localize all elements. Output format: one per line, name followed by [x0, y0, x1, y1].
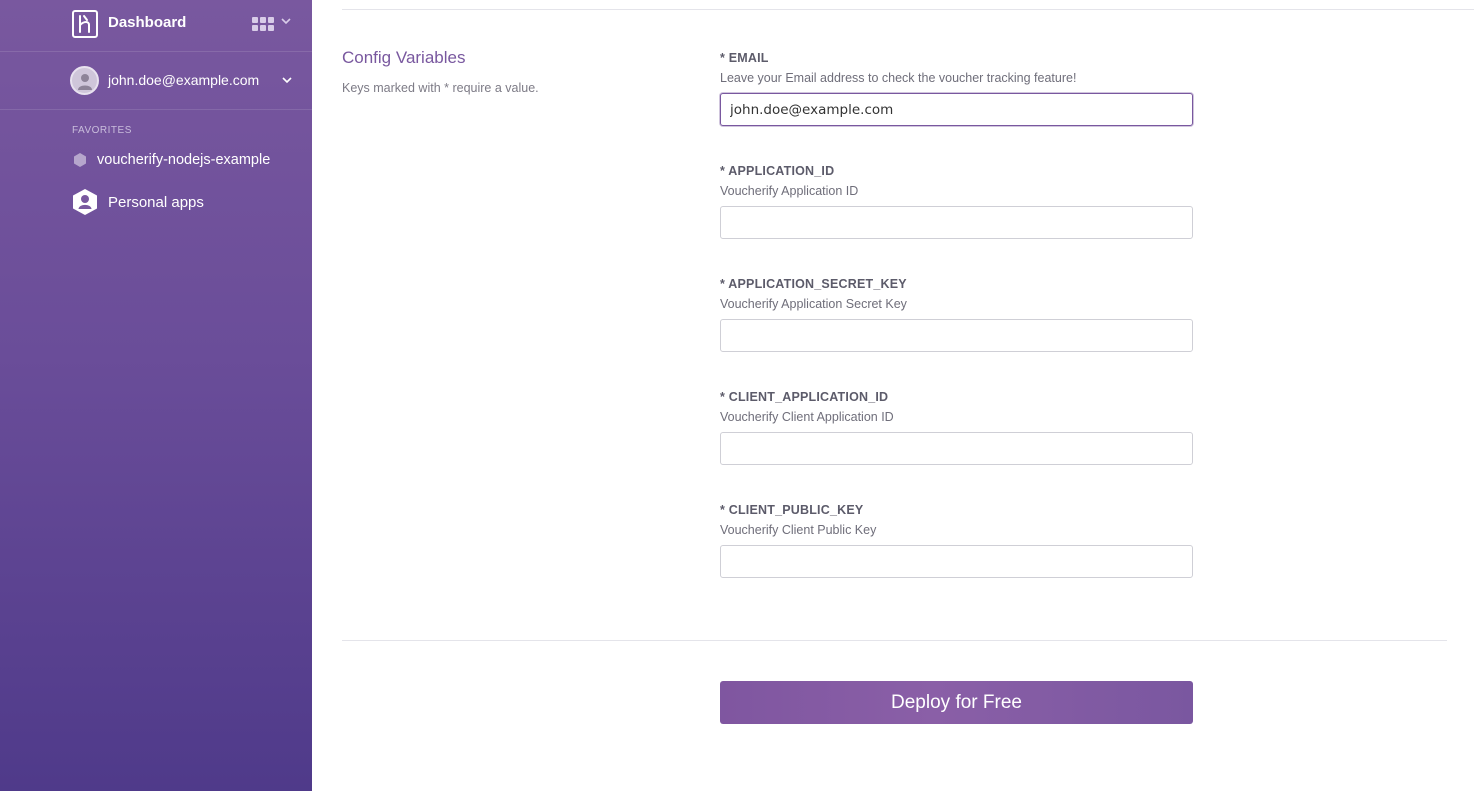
favorite-app-label: voucherify-nodejs-example — [97, 152, 271, 168]
sidebar-header: Dashboard — [0, 0, 312, 52]
hexagon-app-icon — [74, 153, 86, 167]
section-title: Config Variables — [342, 48, 466, 67]
avatar — [70, 66, 99, 95]
config-field-application-id: * APPLICATION_ID Voucherify Application … — [720, 164, 1193, 239]
apps-grid-icon[interactable] — [252, 17, 276, 31]
email-input[interactable] — [720, 93, 1193, 126]
client-public-key-input[interactable] — [720, 545, 1193, 578]
config-field-application-secret-key: * APPLICATION_SECRET_KEY Voucherify Appl… — [720, 277, 1193, 352]
favorites-heading: FAVORITES — [72, 125, 132, 136]
divider — [342, 9, 1474, 10]
divider — [342, 640, 1447, 641]
deploy-button[interactable]: Deploy for Free — [720, 681, 1193, 724]
field-label: * CLIENT_PUBLIC_KEY — [720, 503, 864, 517]
application-id-input[interactable] — [720, 206, 1193, 239]
field-description: Voucherify Client Public Key — [720, 523, 877, 537]
personal-apps-label: Personal apps — [108, 193, 204, 211]
section-help-text: Keys marked with * require a value. — [342, 81, 539, 95]
personal-apps-link[interactable]: Personal apps — [71, 188, 301, 216]
client-application-id-input[interactable] — [720, 432, 1193, 465]
application-secret-key-input[interactable] — [720, 319, 1193, 352]
field-description: Leave your Email address to check the vo… — [720, 71, 1077, 85]
dashboard-title[interactable]: Dashboard — [108, 14, 186, 31]
config-field-email: * EMAIL Leave your Email address to chec… — [720, 51, 1193, 126]
config-field-client-public-key: * CLIENT_PUBLIC_KEY Voucherify Client Pu… — [720, 503, 1193, 578]
field-label: * CLIENT_APPLICATION_ID — [720, 390, 889, 404]
field-description: Voucherify Application ID — [720, 184, 859, 198]
sidebar: Dashboard john.doe@example.com FAVORITES… — [0, 0, 312, 791]
field-label: * EMAIL — [720, 51, 769, 65]
config-field-client-application-id: * CLIENT_APPLICATION_ID Voucherify Clien… — [720, 390, 1193, 465]
person-hexagon-icon — [73, 189, 97, 215]
chevron-down-icon[interactable] — [282, 75, 292, 85]
chevron-down-icon[interactable] — [281, 16, 291, 26]
field-description: Voucherify Application Secret Key — [720, 297, 907, 311]
heroku-logo-icon[interactable] — [72, 10, 98, 38]
field-label: * APPLICATION_ID — [720, 164, 835, 178]
field-description: Voucherify Client Application ID — [720, 410, 894, 424]
account-email: john.doe@example.com — [108, 72, 260, 88]
field-label: * APPLICATION_SECRET_KEY — [720, 277, 907, 291]
account-switcher[interactable]: john.doe@example.com — [0, 52, 312, 110]
favorite-app-link[interactable]: voucherify-nodejs-example — [72, 150, 302, 170]
